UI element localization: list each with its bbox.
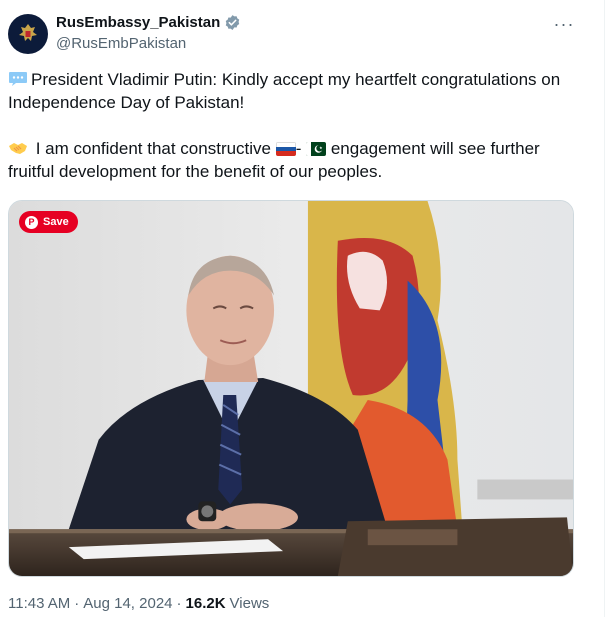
tweet-date[interactable]: Aug 14, 2024 <box>83 595 172 612</box>
tweet-text: President Vladimir Putin: Kindly accept … <box>8 68 588 183</box>
tweet-line-2-before: I am confident that constructive <box>31 139 276 158</box>
save-label: Save <box>43 216 69 228</box>
russia-flag-icon <box>275 142 296 156</box>
display-name[interactable]: RusEmbassy_Pakistan <box>56 14 220 31</box>
more-icon[interactable]: ··· <box>552 12 576 36</box>
verified-icon <box>226 15 240 30</box>
tweet-line-1: President Vladimir Putin: Kindly accept … <box>8 70 561 112</box>
pinterest-icon: P <box>25 215 38 229</box>
tweet-line-2-separator: - <box>295 139 307 158</box>
views-count[interactable]: 16.2K <box>186 595 226 612</box>
views-label[interactable]: Views <box>230 595 270 612</box>
tweet-card: RusEmbassy_Pakistan @RusEmbPakistan ··· … <box>0 0 605 617</box>
tweet-photo[interactable]: P Save <box>8 200 574 577</box>
photo-image <box>9 201 573 576</box>
emblem-icon <box>19 24 37 41</box>
meta-separator: · <box>74 595 80 612</box>
pinterest-save-button[interactable]: P Save <box>19 211 78 233</box>
tweet-time[interactable]: 11:43 AM <box>8 595 70 612</box>
tweet-paragraph-1: President Vladimir Putin: Kindly accept … <box>8 68 588 114</box>
handle[interactable]: @RusEmbPakistan <box>56 35 186 52</box>
name-row: RusEmbassy_Pakistan <box>56 14 241 31</box>
avatar[interactable] <box>8 14 48 54</box>
speech-bubble-icon <box>9 72 27 86</box>
pakistan-flag-icon <box>306 142 327 156</box>
tweet-meta: 11:43 AM · Aug 14, 2024 · 16.2K Views <box>8 595 269 612</box>
tweet-paragraph-2: I am confident that constructive - engag… <box>8 137 588 183</box>
meta-separator: · <box>176 595 182 612</box>
handshake-icon <box>9 143 27 154</box>
